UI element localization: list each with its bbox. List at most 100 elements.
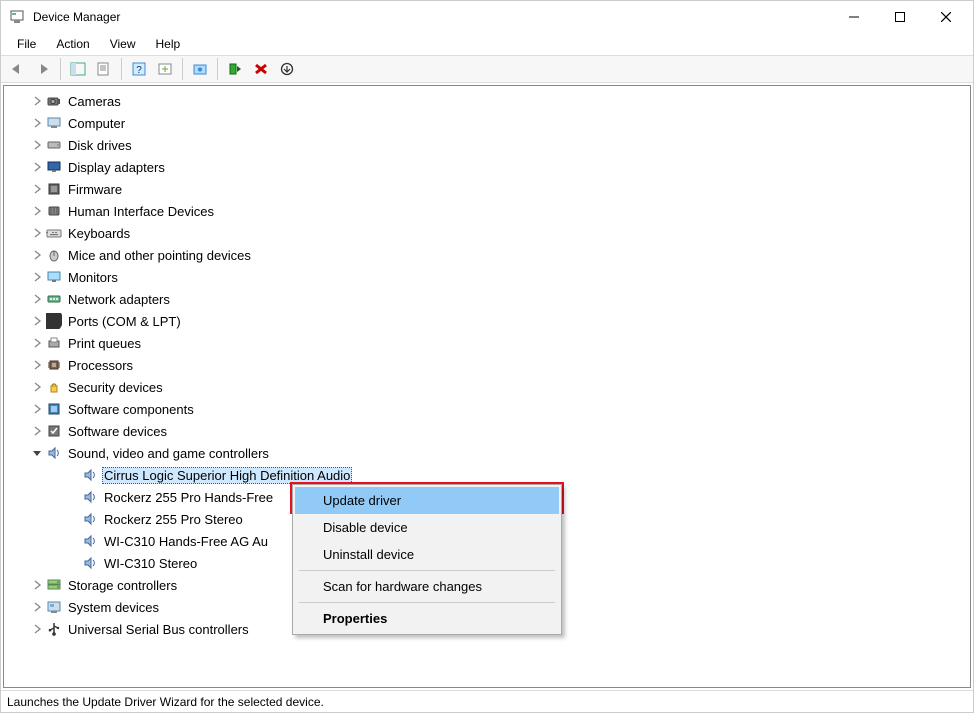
tree-row[interactable]: Sound, video and game controllers [12,442,970,464]
ctx-disable-device[interactable]: Disable device [295,514,559,541]
tree-row[interactable]: Print queues [12,332,970,354]
tree-row[interactable]: Monitors [12,266,970,288]
tree-node-label: Rockerz 255 Pro Hands-Free [102,489,275,506]
tree-row[interactable]: Ports (COM & LPT) [12,310,970,332]
display-icon [46,159,62,175]
expander-closed[interactable] [30,248,44,262]
sound-icon [46,445,62,461]
expander-closed[interactable] [30,138,44,152]
expander-closed[interactable] [30,336,44,350]
expander-closed[interactable] [30,314,44,328]
expander-closed[interactable] [30,94,44,108]
expander-closed[interactable] [30,622,44,636]
menu-file[interactable]: File [7,35,46,53]
tree-node-label: Cirrus Logic Superior High Definition Au… [102,467,352,484]
back-button[interactable] [5,58,29,80]
toolbar-separator [60,58,61,80]
forward-button[interactable] [31,58,55,80]
tree-row[interactable]: Software devices [12,420,970,442]
close-button[interactable] [923,1,969,33]
menu-action[interactable]: Action [46,35,99,53]
show-hide-tree-button[interactable] [66,58,90,80]
minimize-button[interactable] [831,1,877,33]
tree-node-label: Keyboards [66,225,132,242]
usb-icon [46,621,62,637]
scan-hardware-button[interactable] [153,58,177,80]
tree-node-label: WI-C310 Stereo [102,555,199,572]
properties-button[interactable] [92,58,116,80]
expander-closed[interactable] [30,204,44,218]
menu-help[interactable]: Help [146,35,191,53]
enable-device-button[interactable] [223,58,247,80]
expander-closed[interactable] [30,160,44,174]
tree-row[interactable]: Security devices [12,376,970,398]
tree-row[interactable]: Cirrus Logic Superior High Definition Au… [12,464,970,486]
menubar: File Action View Help [1,33,973,55]
expander-closed[interactable] [30,270,44,284]
sound-icon [82,489,98,505]
expander-closed[interactable] [30,380,44,394]
expander-none [66,556,80,570]
tree-node-label: Software devices [66,423,169,440]
tree-node-label: Rockerz 255 Pro Stereo [102,511,245,528]
tree-node-label: Software components [66,401,196,418]
tree-node-label: Mice and other pointing devices [66,247,253,264]
expander-closed[interactable] [30,116,44,130]
window-title: Device Manager [33,10,120,24]
sound-icon [82,467,98,483]
tree-row[interactable]: Human Interface Devices [12,200,970,222]
tree-node-label: Disk drives [66,137,134,154]
ctx-separator [299,570,555,571]
expander-closed[interactable] [30,226,44,240]
tree-node-label: System devices [66,599,161,616]
toolbar-separator [182,58,183,80]
expander-closed[interactable] [30,424,44,438]
tree-row[interactable]: Keyboards [12,222,970,244]
tree-row[interactable]: Software components [12,398,970,420]
update-driver-button[interactable] [188,58,212,80]
tree-node-label: Network adapters [66,291,172,308]
ctx-scan-hardware[interactable]: Scan for hardware changes [295,573,559,600]
help-button[interactable]: ? [127,58,151,80]
tree-node-label: Computer [66,115,127,132]
context-menu: Update driver Disable device Uninstall d… [292,484,562,635]
uninstall-device-button[interactable] [249,58,273,80]
tree-row[interactable]: Disk drives [12,134,970,156]
expander-closed[interactable] [30,358,44,372]
tree-node-label: Universal Serial Bus controllers [66,621,251,638]
tree-row[interactable]: Display adapters [12,156,970,178]
keyboard-icon [46,225,62,241]
tree-row[interactable]: Processors [12,354,970,376]
system-icon [46,599,62,615]
maximize-button[interactable] [877,1,923,33]
expander-closed[interactable] [30,402,44,416]
expander-closed[interactable] [30,182,44,196]
toolbar: ? [1,55,973,83]
expander-open[interactable] [30,446,44,460]
tree-node-label: Storage controllers [66,577,179,594]
disable-device-button[interactable] [275,58,299,80]
tree-row[interactable]: Mice and other pointing devices [12,244,970,266]
disk-icon [46,137,62,153]
expander-none [66,512,80,526]
menu-view[interactable]: View [100,35,146,53]
titlebar: Device Manager [1,1,973,33]
processor-icon [46,357,62,373]
device-tree-pane: Cameras Computer Disk drives Display ada… [3,85,971,688]
ctx-properties[interactable]: Properties [295,605,559,632]
ctx-uninstall-device[interactable]: Uninstall device [295,541,559,568]
tree-row[interactable]: Firmware [12,178,970,200]
tree-row[interactable]: Network adapters [12,288,970,310]
tree-node-label: Monitors [66,269,120,286]
expander-closed[interactable] [30,292,44,306]
tree-row[interactable]: Computer [12,112,970,134]
ports-icon [46,313,62,329]
svg-text:?: ? [136,65,142,76]
sound-icon [82,511,98,527]
ctx-update-driver[interactable]: Update driver [295,487,559,514]
tree-row[interactable]: Cameras [12,90,970,112]
expander-closed[interactable] [30,600,44,614]
camera-icon [46,93,62,109]
tree-node-label: Firmware [66,181,124,198]
expander-closed[interactable] [30,578,44,592]
